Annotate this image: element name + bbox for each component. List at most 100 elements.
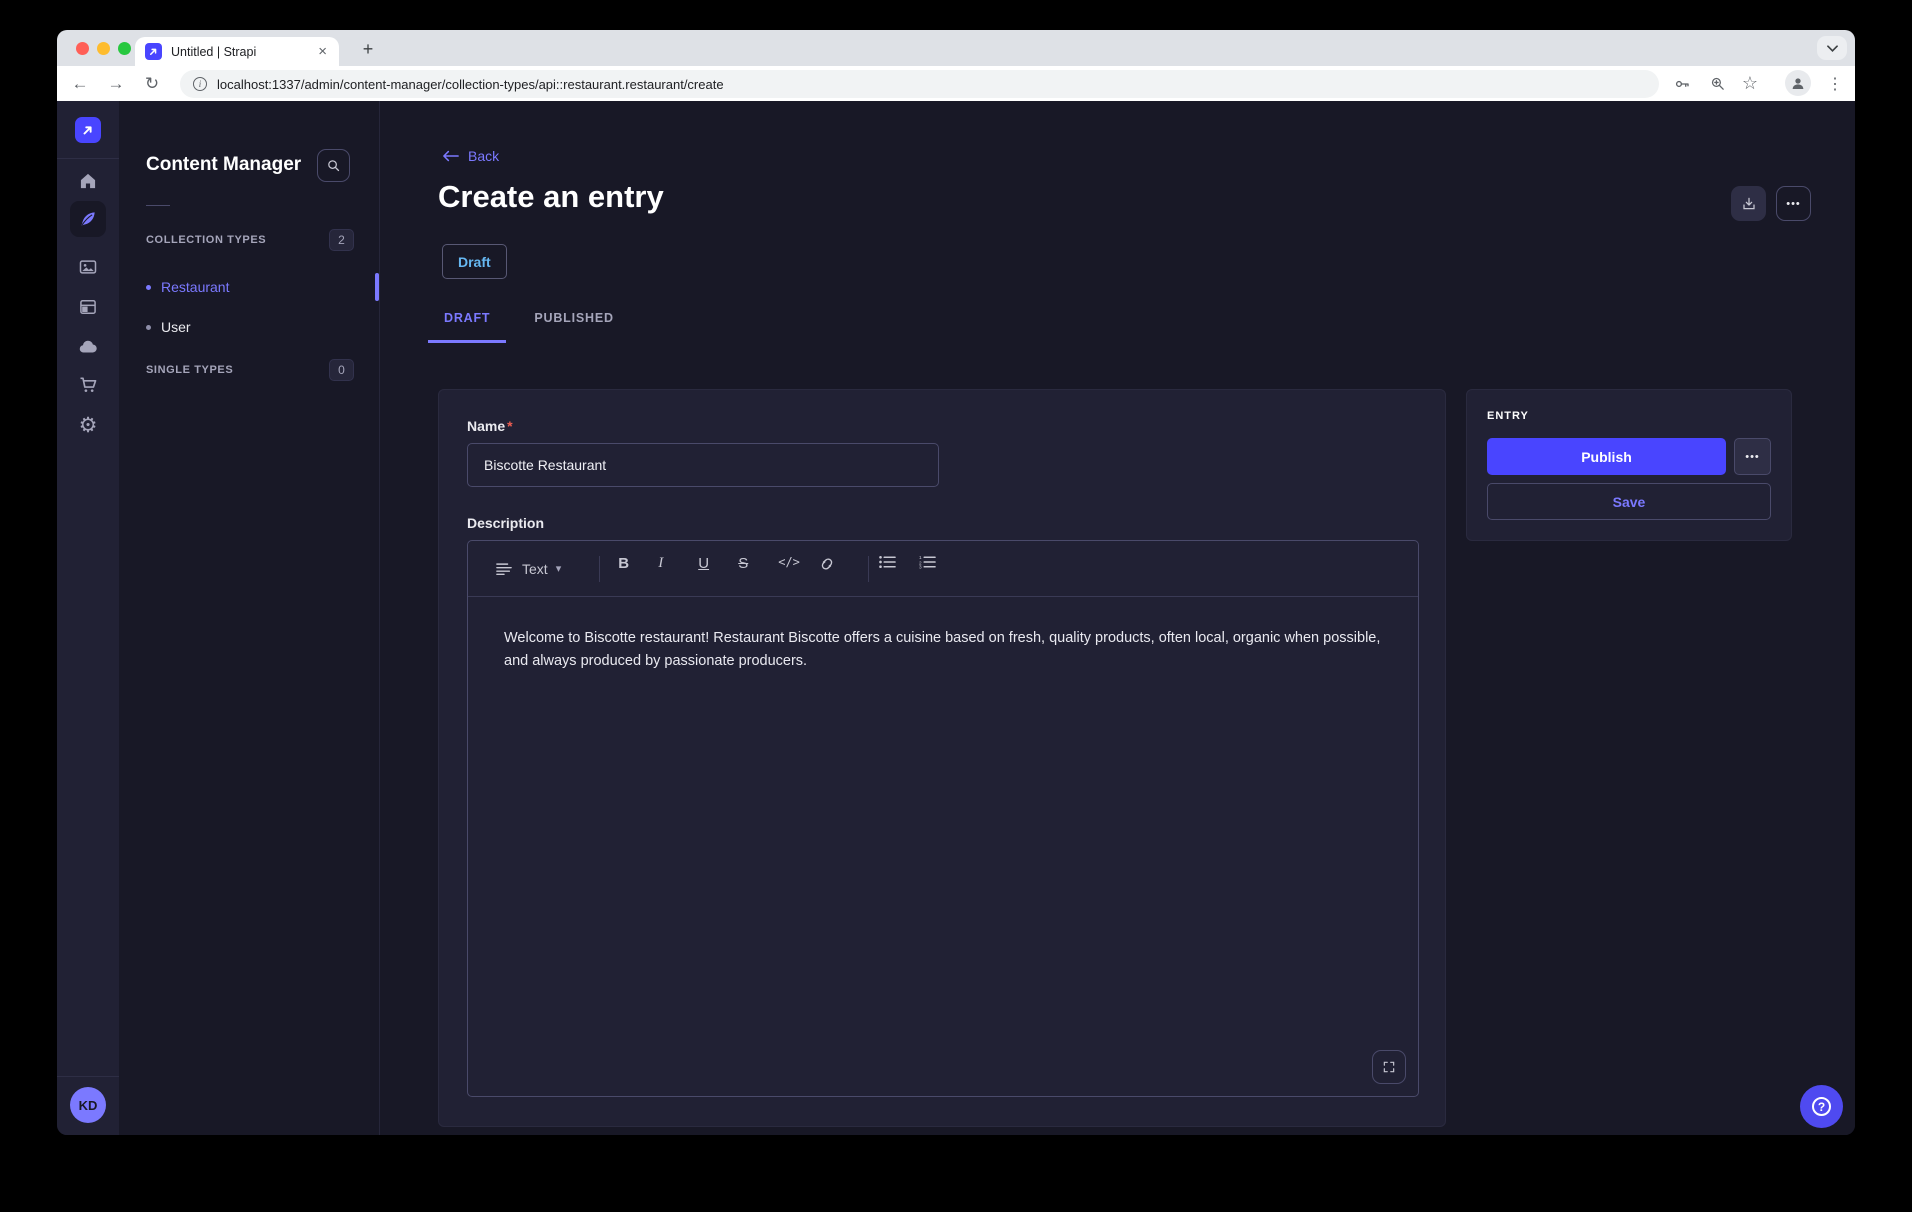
browser-tabstrip: Untitled | Strapi × + [57,30,1855,66]
link-icon[interactable] [818,555,846,583]
back-link[interactable]: Back [443,148,499,164]
password-key-icon[interactable] [1667,66,1697,101]
browser-menu-icon[interactable]: ⋮ [1820,66,1850,101]
bullet-icon [146,325,151,330]
editor-content[interactable]: Welcome to Biscotte restaurant! Restaura… [468,597,1418,703]
bulleted-list-icon[interactable] [879,555,907,583]
tab-draft[interactable]: DRAFT [428,299,506,343]
more-dots-icon: ••• [1786,198,1801,210]
user-item-label: User [161,319,191,335]
bullet-icon [146,285,151,290]
zoom-window-button[interactable] [118,42,131,55]
back-arrow-icon [443,150,459,162]
url-text[interactable]: localhost:1337/admin/content-manager/col… [217,77,724,92]
header-actions: ••• [1731,186,1811,221]
name-field-label: Name* [467,418,1417,434]
save-button[interactable]: Save [1487,483,1771,520]
tab-title: Untitled | Strapi [171,45,316,59]
settings-gear-icon[interactable]: ⚙ [70,407,106,443]
svg-text:3: 3 [919,564,922,568]
toolbar-separator [868,556,869,582]
name-input[interactable] [467,443,939,487]
browser-tab[interactable]: Untitled | Strapi × [135,37,339,66]
content-manager-icon[interactable] [70,201,106,237]
restaurant-item-label: Restaurant [161,279,229,295]
block-type-label[interactable]: Text [522,561,548,577]
svg-text:1: 1 [919,555,922,561]
description-field-label: Description [467,515,1417,531]
strapi-app: ⚙ KD Content Manager COLLECTION TYPES 2 … [57,101,1855,1135]
window-controls [76,42,131,55]
address-bar[interactable]: i localhost:1337/admin/content-manager/c… [180,70,1659,98]
tab-search-button[interactable] [1817,36,1847,60]
collection-types-section: COLLECTION TYPES 2 [146,229,354,251]
tab-published[interactable]: PUBLISHED [518,299,629,343]
media-library-icon[interactable] [70,249,106,285]
new-tab-button[interactable]: + [355,36,381,62]
publish-button[interactable]: Publish [1487,438,1726,475]
code-button[interactable]: </> [778,555,806,583]
entry-form-panel: Name* Description Text ▾ B [438,389,1446,1127]
chevron-down-icon[interactable]: ▾ [556,562,562,575]
browser-forward-button[interactable]: → [101,66,131,101]
browser-reload-button[interactable]: ↻ [137,66,167,101]
main-nav-rail: ⚙ KD [57,101,119,1135]
minimize-window-button[interactable] [97,42,110,55]
sidebar-item-restaurant[interactable]: Restaurant [146,268,379,306]
required-asterisk: * [507,418,512,434]
sidebar-divider [146,205,170,206]
sidebar-item-user[interactable]: User [146,308,379,346]
numbered-list-icon[interactable]: 123 [919,555,947,583]
header-more-button[interactable]: ••• [1776,186,1811,221]
entry-actions-row: Publish ••• [1487,438,1771,475]
entry-more-button[interactable]: ••• [1734,438,1771,475]
browser-profile-avatar[interactable] [1785,70,1811,96]
single-types-count-badge: 0 [329,359,354,381]
content-type-builder-icon[interactable] [70,289,106,325]
single-types-label: SINGLE TYPES [146,364,233,376]
collection-types-count-badge: 2 [329,229,354,251]
entry-side-panel: ENTRY Publish ••• Save [1466,389,1792,541]
bold-button[interactable]: B [618,555,646,583]
question-mark-icon: ? [1812,1097,1831,1116]
site-info-icon[interactable]: i [193,77,207,91]
status-badge: Draft [442,244,507,279]
user-avatar[interactable]: KD [70,1087,106,1123]
strapi-logo-icon[interactable] [75,117,101,143]
help-button[interactable]: ? [1800,1085,1843,1128]
toolbar-separator [599,556,600,582]
strapi-favicon-icon [145,43,162,60]
collection-types-label: COLLECTION TYPES [146,234,266,246]
screenshot-stage: Untitled | Strapi × + ← → ↻ i localhost:… [0,0,1912,1212]
single-types-section: SINGLE TYPES 0 [146,359,354,381]
more-dots-icon: ••• [1745,451,1760,463]
expand-editor-button[interactable] [1372,1050,1406,1084]
marketplace-cart-icon[interactable] [70,367,106,403]
bookmark-star-icon[interactable]: ☆ [1735,66,1765,101]
export-download-button[interactable] [1731,186,1766,221]
browser-window: Untitled | Strapi × + ← → ↻ i localhost:… [57,30,1855,1135]
browser-toolbar: ← → ↻ i localhost:1337/admin/content-man… [57,66,1855,101]
page-title: Create an entry [438,179,664,215]
paragraph-style-icon[interactable] [496,562,512,576]
underline-button[interactable]: U [698,555,726,583]
strikethrough-button[interactable]: S [738,555,766,583]
deploy-cloud-icon[interactable] [70,329,106,365]
browser-back-button[interactable]: ← [65,66,95,101]
rich-text-editor: Text ▾ B I U S </> [467,540,1419,1097]
zoom-page-icon[interactable] [1702,66,1732,101]
home-icon[interactable] [70,163,106,199]
close-window-button[interactable] [76,42,89,55]
entry-panel-title: ENTRY [1487,410,1771,422]
search-button[interactable] [317,149,350,182]
content-manager-sidebar: Content Manager COLLECTION TYPES 2 Resta… [119,101,380,1135]
editor-toolbar: Text ▾ B I U S </> [468,541,1418,597]
sidebar-title: Content Manager [146,154,301,176]
rail-divider [57,158,119,159]
italic-button[interactable]: I [658,555,686,583]
tab-close-icon[interactable]: × [316,44,329,59]
main-content: Back Create an entry ••• Draft DRAFT PUB… [380,101,1855,1135]
back-label: Back [468,148,499,164]
version-tabs: DRAFT PUBLISHED [428,299,630,343]
active-item-indicator [375,273,379,301]
